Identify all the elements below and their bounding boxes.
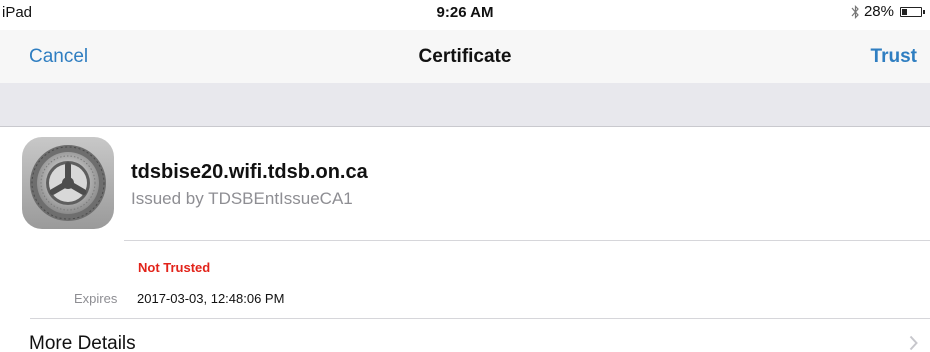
certificate-summary: tdsbise20.wifi.tdsb.on.ca Issued by TDSB… [0,127,930,240]
status-bar: iPad 9:26 AM 28% [0,0,930,30]
clock: 9:26 AM [436,4,494,21]
battery-percentage: 28% [863,3,894,20]
certificate-name: tdsbise20.wifi.tdsb.on.ca [131,161,368,183]
more-details-row[interactable]: More Details [0,319,930,352]
certificate-screen: iPad 9:26 AM 28% Cancel Certificate Trus… [0,0,930,352]
battery-icon [900,6,925,17]
status-indicators: 28% [851,3,925,20]
settings-gear-icon [22,137,114,229]
bluetooth-icon [851,4,859,19]
trust-button[interactable]: Trust [871,46,917,68]
divider [124,240,930,241]
more-details-label: More Details [29,333,136,352]
chevron-right-icon [909,335,918,351]
expires-label: Expires [74,291,118,306]
expires-value: 2017-03-03, 12:48:06 PM [137,291,285,306]
navigation-bar: Cancel Certificate Trust [0,30,930,83]
page-title: Certificate [418,46,512,67]
trust-status-label: Not Trusted [138,260,211,275]
certificate-issuer: Issued by TDSBEntIssueCA1 [131,189,353,208]
section-spacer [0,83,930,127]
